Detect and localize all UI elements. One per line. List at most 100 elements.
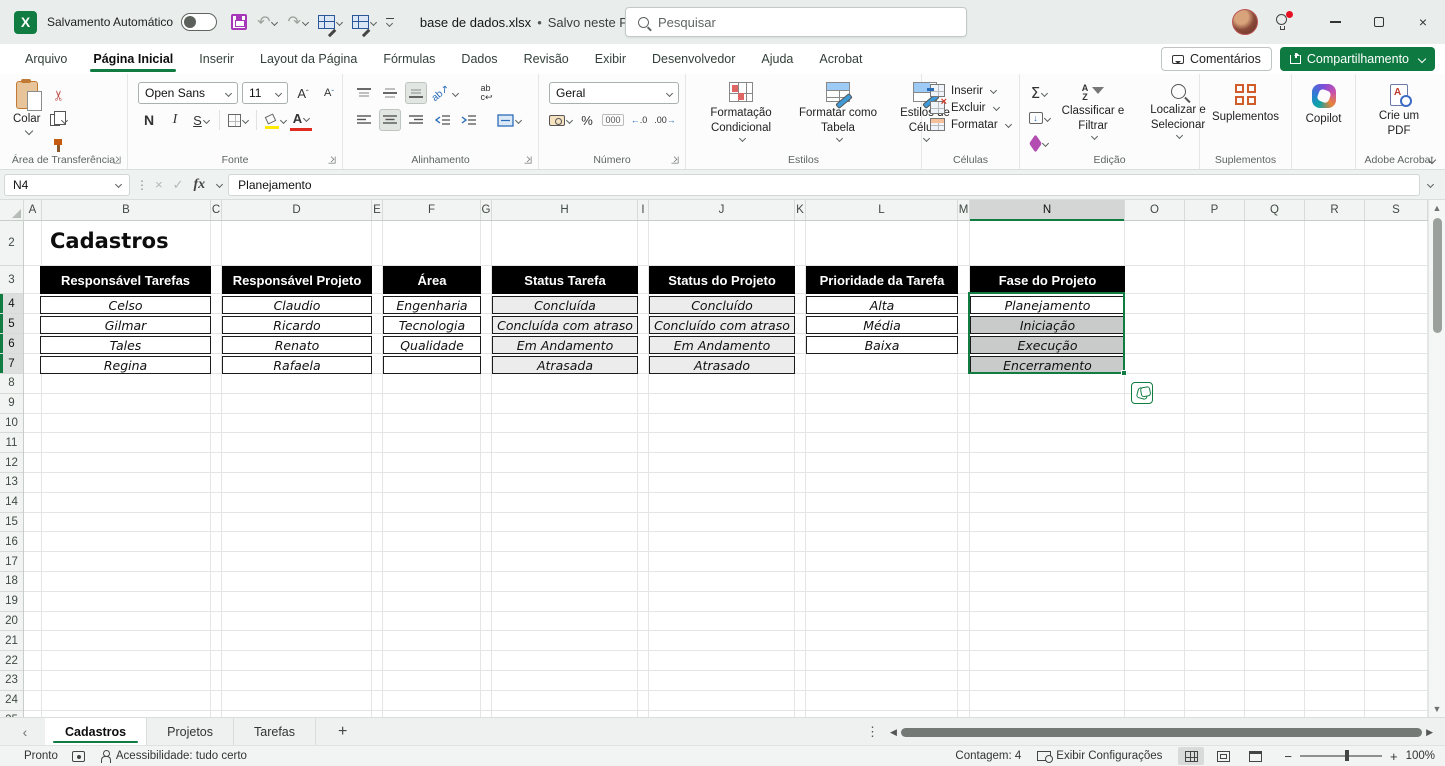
autosum-button[interactable]: Σ: [1028, 82, 1050, 104]
number-format-select[interactable]: Geral: [549, 82, 679, 104]
fill-color-button[interactable]: [264, 109, 286, 131]
undo-dropdown-icon[interactable]: [271, 18, 278, 25]
ribbon-tab-acrobat[interactable]: Acrobat: [806, 44, 875, 74]
column-header-I[interactable]: I: [638, 200, 649, 220]
cell-grid[interactable]: Cadastros Responsável TarefasCelsoGilmar…: [24, 221, 1428, 717]
decrease-decimal-button[interactable]: .00→: [654, 109, 676, 131]
format-as-table-button[interactable]: Formatar como Tabela: [790, 80, 886, 143]
row-header-16[interactable]: 16: [0, 532, 23, 552]
align-left-button[interactable]: [353, 109, 375, 131]
row-header-23[interactable]: 23: [0, 671, 23, 691]
enter-icon[interactable]: ✓: [173, 177, 184, 193]
table-header-status-do-projeto[interactable]: Status do Projeto: [649, 266, 795, 294]
column-header-J[interactable]: J: [649, 200, 795, 220]
clipboard-dialog-launcher[interactable]: [114, 157, 121, 164]
copilot-suggestion-button[interactable]: [1131, 382, 1153, 404]
row-header-7[interactable]: 7: [0, 354, 23, 374]
align-right-button[interactable]: [405, 109, 427, 131]
comma-style-button[interactable]: 000: [602, 109, 624, 131]
horizontal-scroll-thumb[interactable]: [901, 728, 1422, 737]
horizontal-scrollbar[interactable]: ◀ ▶: [890, 724, 1433, 740]
cell-status-do-projeto-1[interactable]: Concluído: [649, 296, 795, 314]
cell-status-tarefa-4[interactable]: Atrasada: [492, 356, 638, 374]
cell-responsavel-projeto-3[interactable]: Renato: [222, 336, 372, 354]
sheet-tab-projetos[interactable]: Projetos: [147, 718, 234, 745]
zoom-slider-thumb[interactable]: [1345, 750, 1349, 761]
page-layout-view-button[interactable]: [1210, 747, 1236, 765]
column-header-O[interactable]: O: [1125, 200, 1185, 220]
cell-area-2[interactable]: Tecnologia: [383, 316, 481, 334]
cell-status-tarefa-3[interactable]: Em Andamento: [492, 336, 638, 354]
autosave-toggle[interactable]: [181, 13, 217, 31]
cell-fase-do-projeto-2[interactable]: Iniciação: [970, 316, 1125, 334]
column-header-L[interactable]: L: [806, 200, 958, 220]
decrease-font-button[interactable]: Aˇ: [318, 82, 340, 104]
cell-area-1[interactable]: Engenharia: [383, 296, 481, 314]
cell-responsavel-tarefas-3[interactable]: Tales: [40, 336, 211, 354]
cell-status-tarefa-1[interactable]: Concluída: [492, 296, 638, 314]
align-top-button[interactable]: [353, 82, 375, 104]
macro-record-icon[interactable]: [72, 751, 85, 762]
column-header-P[interactable]: P: [1185, 200, 1245, 220]
fill-button[interactable]: ↓: [1028, 107, 1050, 129]
align-middle-button[interactable]: [379, 82, 401, 104]
alignment-dialog-launcher[interactable]: [525, 157, 532, 164]
name-box[interactable]: N4: [4, 174, 130, 196]
column-header-S[interactable]: S: [1365, 200, 1428, 220]
ribbon-tab-layout-da-pagina[interactable]: Layout da Página: [247, 44, 370, 74]
row-header-17[interactable]: 17: [0, 552, 23, 572]
cut-button[interactable]: ✂: [47, 84, 69, 106]
row-header-11[interactable]: 11: [0, 433, 23, 453]
font-color-button[interactable]: A: [290, 109, 312, 131]
underline-button[interactable]: S: [190, 109, 212, 131]
fx-dropdown-icon[interactable]: [216, 181, 223, 188]
copy-button[interactable]: [47, 109, 69, 131]
row-header-21[interactable]: 21: [0, 631, 23, 651]
cell-responsavel-tarefas-1[interactable]: Celso: [40, 296, 211, 314]
column-header-H[interactable]: H: [492, 200, 638, 220]
cell-area-3[interactable]: Qualidade: [383, 336, 481, 354]
expand-formula-bar-icon[interactable]: [1427, 181, 1434, 188]
row-header-13[interactable]: 13: [0, 473, 23, 493]
column-header-D[interactable]: D: [222, 200, 372, 220]
draw-borders-button[interactable]: [352, 15, 376, 29]
insert-function-icon[interactable]: fx: [194, 177, 206, 193]
sheet-tab-cadastros[interactable]: Cadastros: [45, 718, 147, 745]
cell-responsavel-tarefas-4[interactable]: Regina: [40, 356, 211, 374]
paste-button[interactable]: Colar: [6, 80, 47, 137]
minimize-button[interactable]: [1313, 0, 1357, 44]
column-header-B[interactable]: B: [42, 200, 211, 220]
ribbon-tab-inserir[interactable]: Inserir: [186, 44, 247, 74]
row-header-18[interactable]: 18: [0, 572, 23, 592]
excel-app-icon[interactable]: X: [14, 11, 37, 34]
cell-status-do-projeto-4[interactable]: Atrasado: [649, 356, 795, 374]
table-header-prioridade-da-tarefa[interactable]: Prioridade da Tarefa: [806, 266, 958, 294]
qat-overflow-button[interactable]: [386, 18, 394, 26]
row-header-22[interactable]: 22: [0, 651, 23, 671]
undo-button[interactable]: ↶: [257, 12, 277, 32]
cell-responsavel-tarefas-2[interactable]: Gilmar: [40, 316, 211, 334]
cell-fase-do-projeto-3[interactable]: Execução: [970, 336, 1125, 354]
delete-cells-button[interactable]: Excluir: [930, 101, 1011, 114]
orientation-button[interactable]: ab↗: [431, 82, 458, 104]
share-button[interactable]: Compartilhamento: [1280, 47, 1435, 71]
scroll-up-icon[interactable]: ▲: [1433, 200, 1442, 216]
row-header-24[interactable]: 24: [0, 691, 23, 711]
format-painter-button[interactable]: [47, 134, 69, 156]
cell-fase-do-projeto-1[interactable]: Planejamento: [970, 296, 1125, 314]
addins-button[interactable]: Suplementos: [1204, 80, 1287, 127]
ribbon-tab-dados[interactable]: Dados: [448, 44, 510, 74]
cell-prioridade-da-tarefa-1[interactable]: Alta: [806, 296, 958, 314]
row-header-3[interactable]: 3: [0, 266, 23, 294]
column-header-R[interactable]: R: [1305, 200, 1365, 220]
increase-decimal-button[interactable]: ←.0: [628, 109, 650, 131]
format-cells-button[interactable]: Formatar: [930, 118, 1011, 131]
bold-button[interactable]: N: [138, 109, 160, 131]
cell-fase-do-projeto-4[interactable]: Encerramento: [970, 356, 1125, 374]
save-button[interactable]: [231, 14, 247, 30]
scroll-right-icon[interactable]: ▶: [1426, 727, 1433, 738]
column-header-G[interactable]: G: [481, 200, 492, 220]
increase-indent-button[interactable]: [457, 109, 479, 131]
draw-table-button[interactable]: [318, 15, 342, 29]
sheet-prev-button[interactable]: ‹: [10, 724, 40, 740]
